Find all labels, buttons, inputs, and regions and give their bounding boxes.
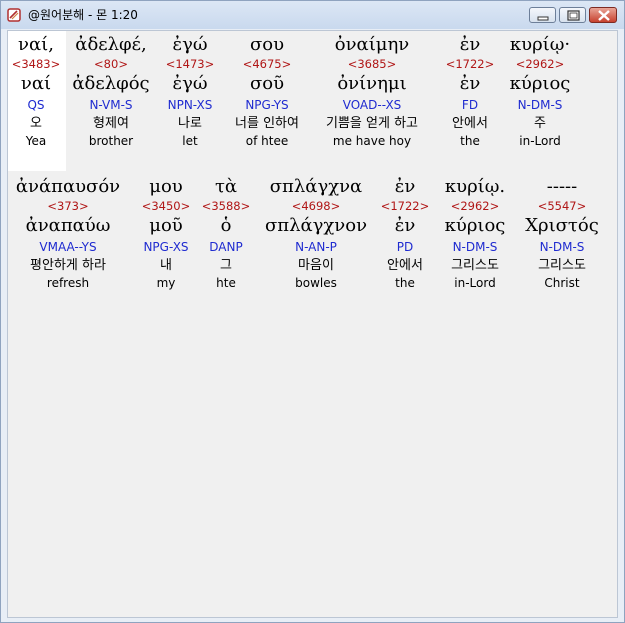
lemma: Χριστός <box>525 215 599 236</box>
minimize-button[interactable] <box>529 7 556 23</box>
close-button[interactable] <box>589 7 617 23</box>
greek-word: σου <box>249 34 285 55</box>
korean-gloss: 주 <box>534 116 546 131</box>
close-icon <box>598 10 610 21</box>
parsing-code: N-DM-S <box>517 98 563 112</box>
word-column[interactable]: κυρίῳ· <2962> κύριος N-DM-S 주 in-Lord <box>480 34 600 149</box>
strong-number: <2962> <box>515 57 565 71</box>
greek-word: ----- <box>546 176 578 197</box>
korean-gloss: 너를 인하여 <box>235 116 299 131</box>
analysis-pane[interactable]: ναί, <3483> ναί QS 오 Yea ἀδελφέ, <80> ἀδ… <box>7 30 618 618</box>
parsing-code: NPG-YS <box>245 98 289 112</box>
korean-gloss: 그리스도 <box>538 258 586 273</box>
maximize-button[interactable] <box>559 7 586 23</box>
title-bar[interactable]: @원어분해 - 몬 1:20 <box>1 1 624 29</box>
greek-word: κυρίῳ· <box>509 34 571 55</box>
window-title: @원어분해 - 몬 1:20 <box>28 8 138 22</box>
english-gloss: of htee <box>245 134 289 148</box>
strong-number: <4675> <box>242 57 292 71</box>
lemma: κύριος <box>509 73 571 94</box>
app-window: @원어분해 - 몬 1:20 ναί, <3483> ναί QS 오 Yea … <box>0 0 625 623</box>
app-book-icon[interactable] <box>6 7 22 23</box>
word-column[interactable]: σου <4675> σοῦ NPG-YS 너를 인하여 of htee <box>207 34 327 149</box>
word-column[interactable]: ----- <5547> Χριστός N-DM-S 그리스도 Christ <box>502 176 617 291</box>
maximize-icon <box>567 10 580 21</box>
strong-number: <5547> <box>537 199 587 213</box>
english-gloss: Christ <box>544 276 580 290</box>
minimize-icon <box>537 16 549 21</box>
english-gloss: in-Lord <box>519 134 561 148</box>
parsing-code: N-DM-S <box>539 240 585 254</box>
lemma: σοῦ <box>249 73 285 94</box>
